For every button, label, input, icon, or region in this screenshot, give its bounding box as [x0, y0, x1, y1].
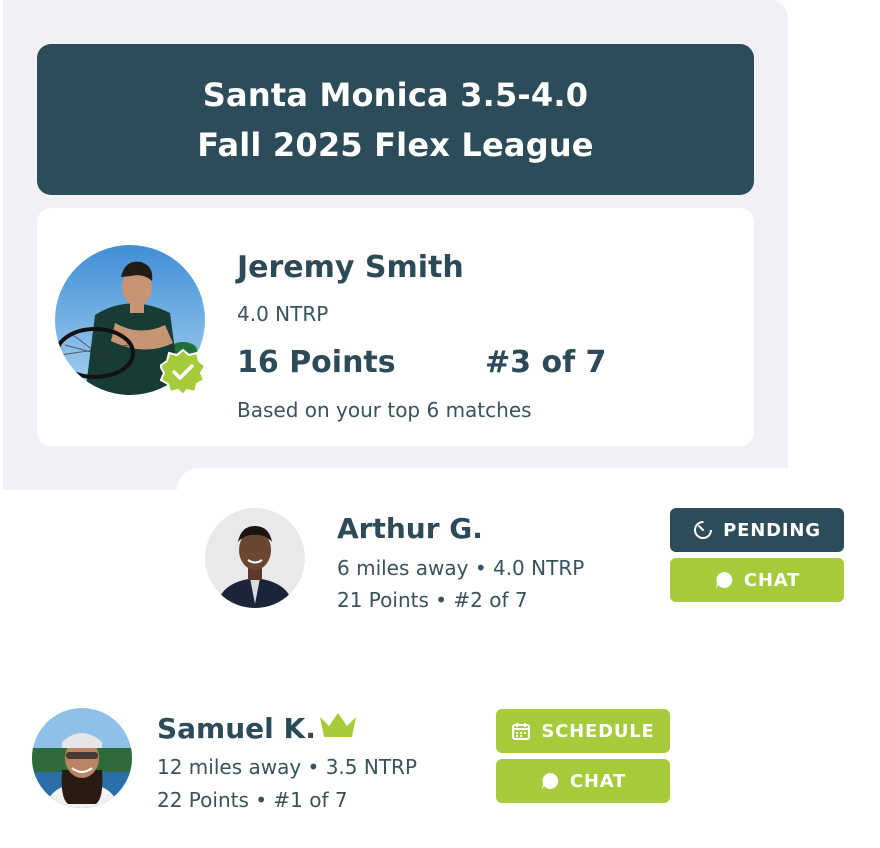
player-name[interactable]: Samuel K. [157, 712, 316, 745]
panel-corner-cutout [177, 468, 797, 498]
player-name[interactable]: Arthur G. [337, 512, 483, 545]
pending-button[interactable]: PENDING [670, 508, 844, 552]
verified-badge-icon [160, 349, 206, 395]
player-points-rank: 21 Points • #2 of 7 [337, 588, 528, 612]
league-banner: Santa Monica 3.5-4.0 Fall 2025 Flex Leag… [37, 44, 754, 195]
chat-button-label: CHAT [569, 770, 627, 792]
league-title-line2: Fall 2025 Flex League [197, 125, 594, 164]
my-name: Jeremy Smith [237, 250, 464, 285]
player-distance-rating: 12 miles away • 3.5 NTRP [157, 755, 417, 779]
chat-button-label: CHAT [743, 569, 801, 591]
pending-button-label: PENDING [723, 519, 821, 541]
my-rank: #3 of 7 [485, 345, 607, 380]
chat-bubble-icon [715, 571, 733, 589]
player-avatar-arthur[interactable] [205, 508, 305, 608]
chat-bubble-icon [541, 772, 559, 790]
schedule-button-label: SCHEDULE [541, 720, 655, 742]
league-title-line1: Santa Monica 3.5-4.0 [202, 75, 589, 114]
timer-icon [694, 521, 713, 539]
calendar-icon [512, 723, 531, 740]
chat-button-samuel[interactable]: CHAT [496, 759, 670, 803]
my-rating: 4.0 NTRP [237, 302, 329, 326]
crown-icon [320, 713, 356, 737]
chat-button-arthur[interactable]: CHAT [670, 558, 844, 602]
my-points: 16 Points [237, 345, 396, 380]
schedule-button[interactable]: SCHEDULE [496, 709, 670, 753]
player-distance-rating: 6 miles away • 4.0 NTRP [337, 556, 585, 580]
player-avatar-samuel[interactable] [32, 708, 132, 808]
points-basis-note: Based on your top 6 matches [237, 398, 532, 422]
player-points-rank: 22 Points • #1 of 7 [157, 788, 348, 812]
